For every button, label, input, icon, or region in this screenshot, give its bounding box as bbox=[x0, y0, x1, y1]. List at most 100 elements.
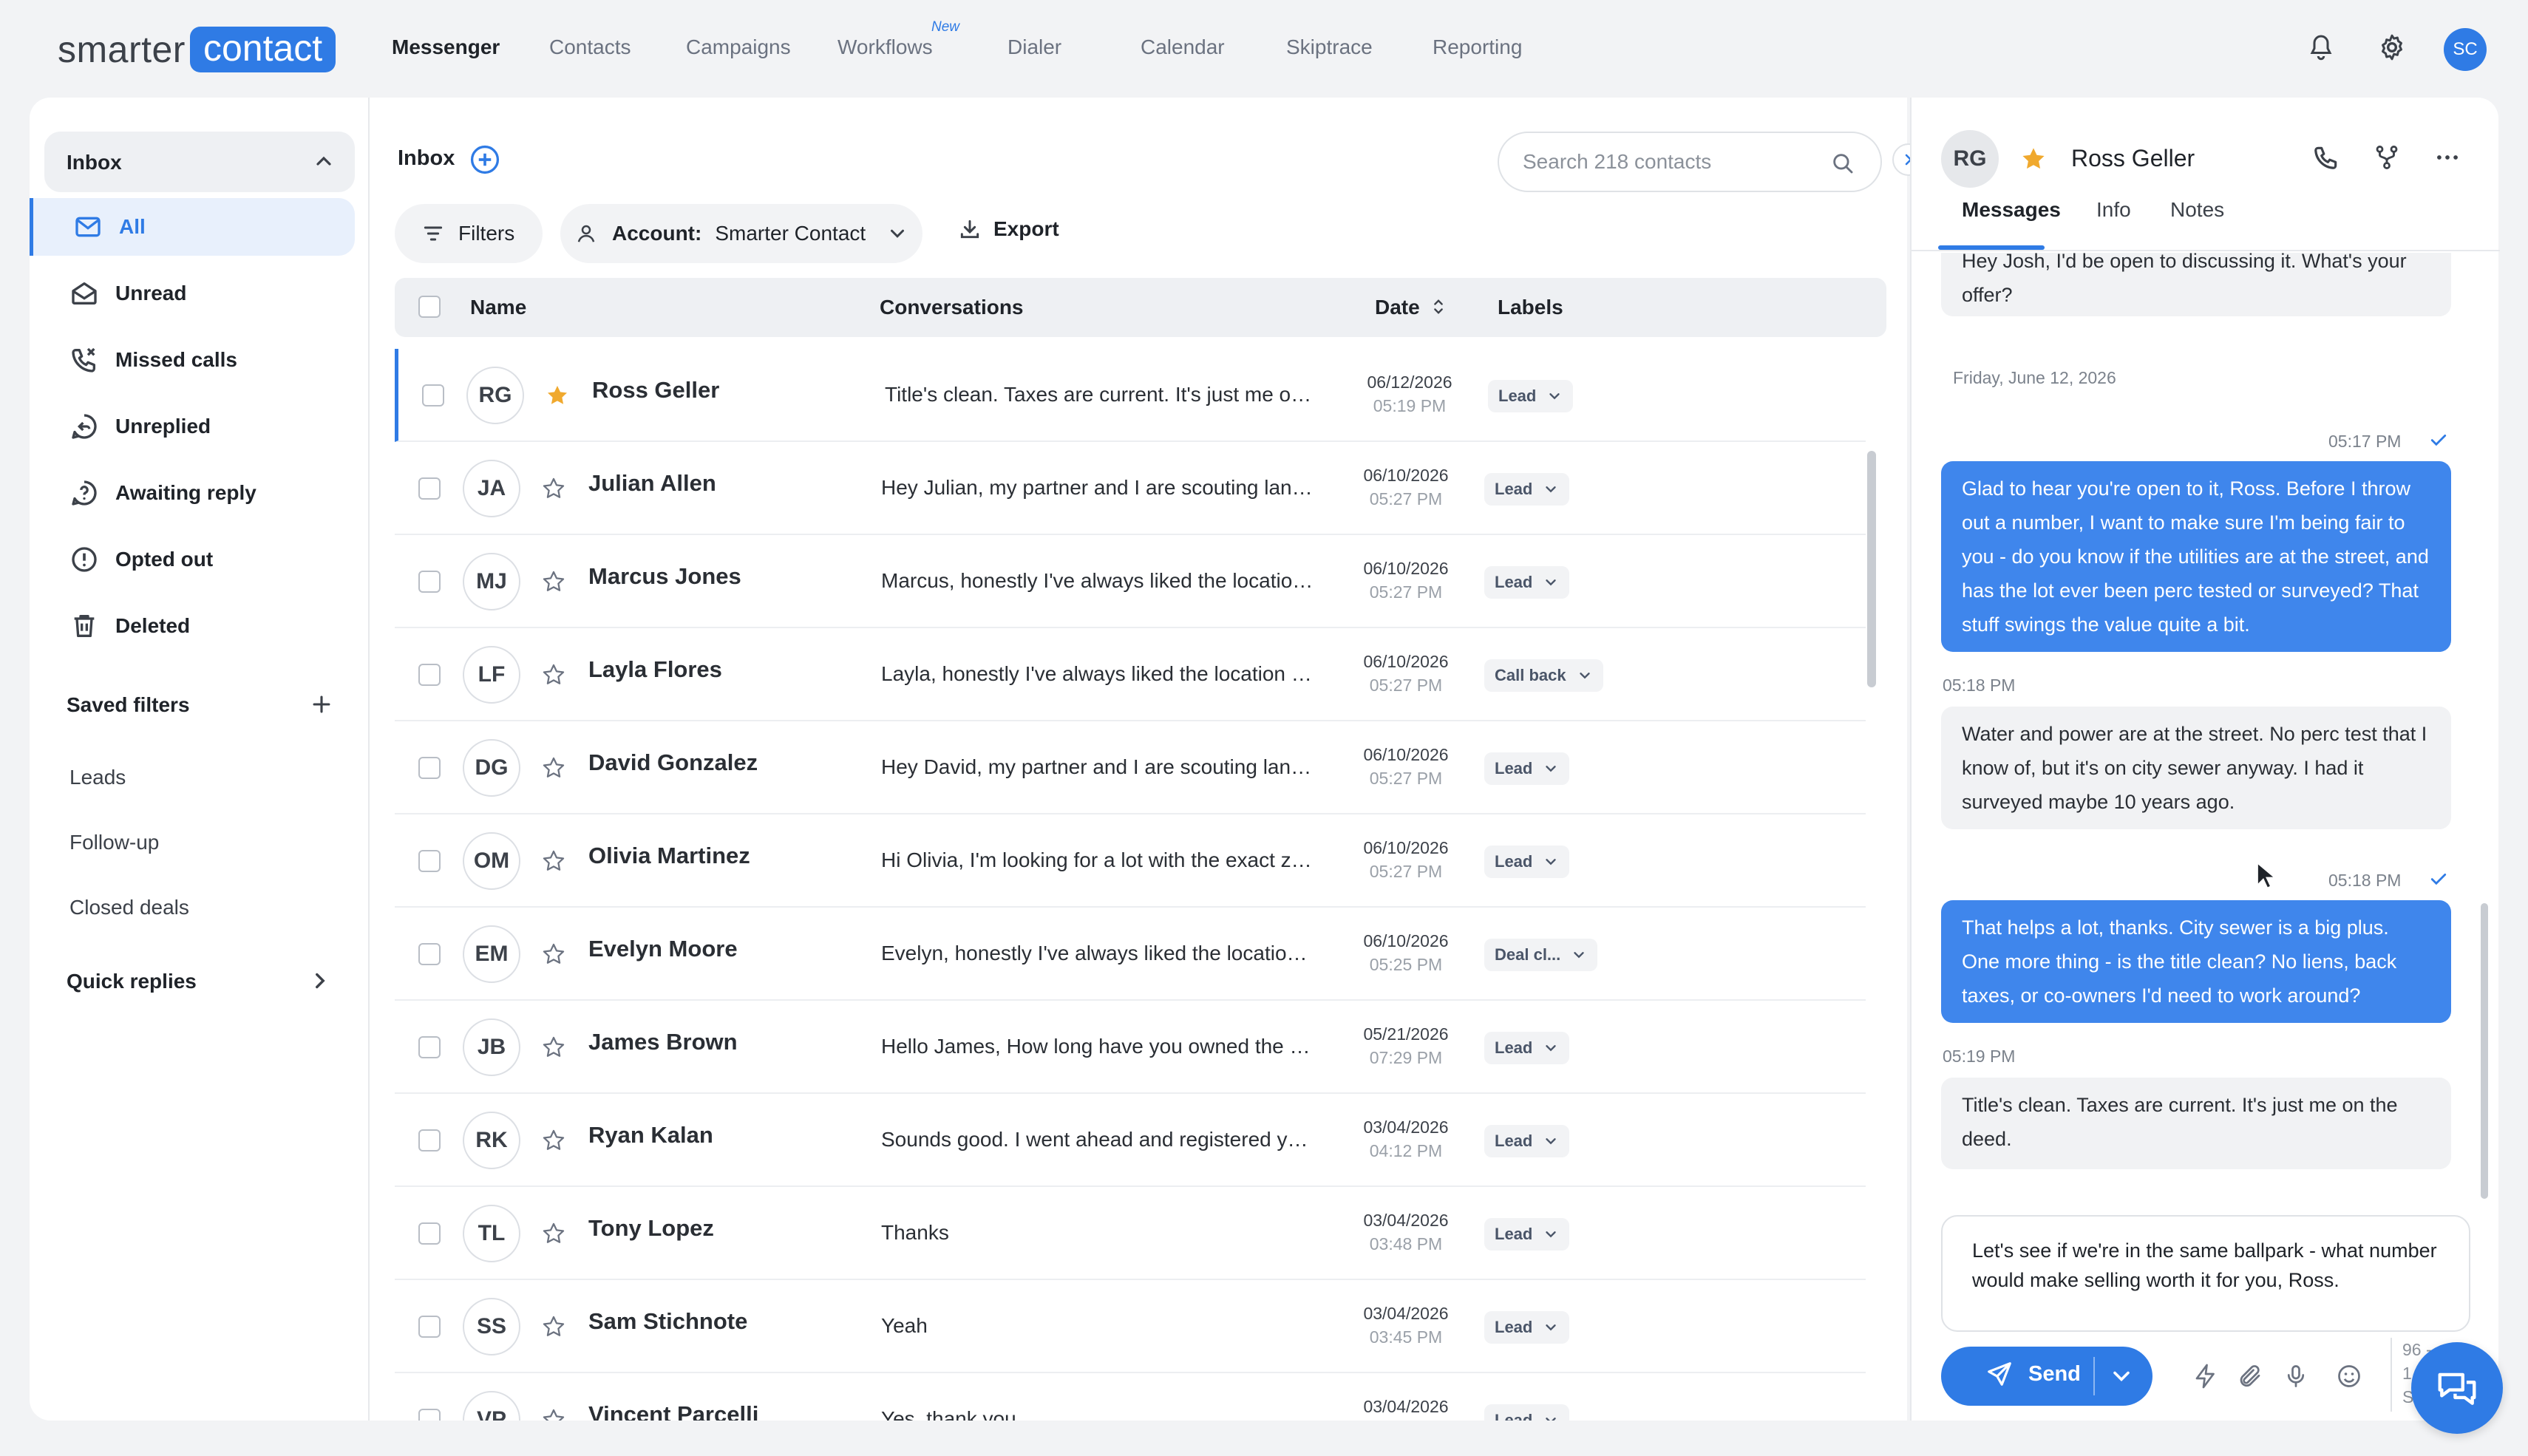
label-dropdown[interactable]: Lead bbox=[1484, 1404, 1570, 1421]
table-row[interactable]: MJ Marcus Jones Marcus, honestly I've alwa… bbox=[395, 535, 1866, 628]
tab-notes[interactable]: Notes bbox=[2170, 198, 2224, 222]
microphone-icon[interactable] bbox=[2283, 1363, 2309, 1389]
nav-campaigns[interactable]: Campaigns bbox=[686, 35, 791, 59]
send-button[interactable]: Send bbox=[1941, 1347, 2152, 1406]
contact-name: Sam Stichnote bbox=[588, 1308, 748, 1334]
filters-button[interactable]: Filters bbox=[395, 204, 543, 263]
search-icon[interactable] bbox=[1830, 151, 1855, 176]
star-filled-icon[interactable] bbox=[545, 383, 570, 408]
row-checkbox[interactable] bbox=[418, 571, 441, 593]
row-checkbox[interactable] bbox=[418, 1316, 441, 1338]
star-outline-icon[interactable] bbox=[541, 942, 566, 967]
sidebar-item-unreplied[interactable]: Unreplied bbox=[30, 398, 355, 455]
sidebar-item-awaiting-reply[interactable]: Awaiting reply bbox=[30, 464, 355, 522]
lightning-icon[interactable] bbox=[2192, 1363, 2219, 1389]
star-outline-icon[interactable] bbox=[541, 476, 566, 501]
search-input[interactable] bbox=[1521, 149, 1817, 174]
label-dropdown[interactable]: Lead bbox=[1488, 380, 1574, 412]
sidebar-item-deleted[interactable]: Deleted bbox=[30, 597, 355, 655]
table-row[interactable]: JB James Brown Hello James, How long have … bbox=[395, 1001, 1866, 1094]
label-dropdown[interactable]: Lead bbox=[1484, 1311, 1570, 1344]
table-row[interactable]: JA Julian Allen Hey Julian, my partner and… bbox=[395, 442, 1866, 535]
nav-skiptrace[interactable]: Skiptrace bbox=[1286, 35, 1373, 59]
list-scrollbar[interactable] bbox=[1867, 451, 1876, 687]
sidebar-item-all[interactable]: All bbox=[30, 198, 355, 256]
saved-filter-follow-up[interactable]: Follow-up bbox=[69, 831, 159, 854]
tab-messages[interactable]: Messages bbox=[1962, 198, 2061, 222]
sidebar-item-opted-out[interactable]: Opted out bbox=[30, 531, 355, 588]
table-row[interactable]: TL Tony Lopez Thanks 03/04/2026 03:48 PM Lead bbox=[395, 1187, 1866, 1280]
table-row[interactable]: LF Layla Flores Layla, honestly I've alway… bbox=[395, 628, 1866, 721]
paperclip-icon[interactable] bbox=[2237, 1363, 2263, 1389]
support-chat-button[interactable] bbox=[2411, 1342, 2503, 1434]
export-button[interactable]: Export bbox=[958, 217, 1059, 241]
star-filled-icon[interactable] bbox=[2019, 145, 2048, 173]
row-checkbox[interactable] bbox=[418, 664, 441, 686]
select-all-checkbox[interactable] bbox=[418, 296, 441, 318]
account-selector[interactable]: Account: Smarter Contact bbox=[560, 204, 922, 263]
saved-filter-leads[interactable]: Leads bbox=[69, 766, 126, 789]
star-outline-icon[interactable] bbox=[541, 755, 566, 780]
star-outline-icon[interactable] bbox=[541, 662, 566, 687]
column-header-date[interactable]: Date bbox=[1375, 296, 1420, 319]
star-outline-icon[interactable] bbox=[541, 1407, 566, 1421]
star-outline-icon[interactable] bbox=[541, 1128, 566, 1153]
chat-scrollbar[interactable] bbox=[2481, 903, 2488, 1199]
label-dropdown[interactable]: Call back bbox=[1484, 659, 1603, 692]
table-row[interactable]: VP Vincent Parcelli Yes, thank you 03/04/20… bbox=[395, 1373, 1866, 1421]
row-checkbox[interactable] bbox=[422, 384, 444, 406]
label-dropdown[interactable]: Deal cl... bbox=[1484, 939, 1598, 971]
row-checkbox[interactable] bbox=[418, 943, 441, 965]
sidebar-item-missed-calls[interactable]: Missed calls bbox=[30, 331, 355, 389]
nav-workflows[interactable]: Workflows bbox=[837, 35, 933, 59]
nav-reporting[interactable]: Reporting bbox=[1433, 35, 1522, 59]
more-options-icon[interactable] bbox=[2433, 143, 2461, 171]
label-dropdown[interactable]: Lead bbox=[1484, 1218, 1570, 1251]
row-checkbox[interactable] bbox=[418, 1222, 441, 1245]
star-outline-icon[interactable] bbox=[541, 1221, 566, 1246]
user-avatar[interactable]: SC bbox=[2444, 28, 2487, 71]
emoji-icon[interactable] bbox=[2336, 1363, 2362, 1389]
row-checkbox[interactable] bbox=[418, 1129, 441, 1151]
notifications-bell-icon[interactable] bbox=[2305, 31, 2337, 64]
label-dropdown[interactable]: Lead bbox=[1484, 752, 1570, 785]
table-row[interactable]: RK Ryan Kalan Sounds good. I went ahead an… bbox=[395, 1094, 1866, 1187]
row-checkbox[interactable] bbox=[418, 850, 441, 872]
star-outline-icon[interactable] bbox=[541, 848, 566, 874]
tab-info[interactable]: Info bbox=[2096, 198, 2131, 222]
row-checkbox[interactable] bbox=[418, 757, 441, 779]
workflow-icon[interactable] bbox=[2373, 143, 2401, 171]
table-row[interactable]: SS Sam Stichnote Yeah 03/04/2026 03:45 PM Lea… bbox=[395, 1280, 1866, 1373]
new-conversation-plus-icon[interactable] bbox=[469, 143, 501, 176]
label-dropdown[interactable]: Lead bbox=[1484, 566, 1570, 599]
sort-icon[interactable] bbox=[1428, 296, 1449, 318]
saved-filter-closed-deals[interactable]: Closed deals bbox=[69, 896, 189, 919]
nav-calendar[interactable]: Calendar bbox=[1141, 35, 1225, 59]
row-checkbox[interactable] bbox=[418, 1409, 441, 1421]
label-dropdown[interactable]: Lead bbox=[1484, 1032, 1570, 1064]
nav-messenger[interactable]: Messenger bbox=[392, 35, 500, 59]
message-input[interactable]: Let's see if we're in the same ballpark … bbox=[1971, 1234, 2451, 1316]
phone-icon[interactable] bbox=[2312, 143, 2340, 171]
table-row[interactable]: DG David Gonzalez Hey David, my partner an… bbox=[395, 721, 1866, 814]
label-dropdown[interactable]: Lead bbox=[1484, 473, 1570, 506]
label-dropdown[interactable]: Lead bbox=[1484, 846, 1570, 878]
table-row[interactable]: EM Evelyn Moore Evelyn, honestly I've alwa… bbox=[395, 908, 1866, 1001]
sidebar-item-unread[interactable]: Unread bbox=[30, 265, 355, 322]
row-checkbox[interactable] bbox=[418, 477, 441, 500]
table-row[interactable]: OM Olivia Martinez Hi Olivia, I'm looking … bbox=[395, 814, 1866, 908]
label-dropdown[interactable]: Lead bbox=[1484, 1125, 1570, 1157]
table-row[interactable]: RG Ross Geller Title's clean. Taxes are cu… bbox=[395, 349, 1866, 442]
star-outline-icon[interactable] bbox=[541, 1035, 566, 1060]
add-filter-plus-icon[interactable] bbox=[309, 692, 334, 717]
chevron-down-icon[interactable] bbox=[2108, 1363, 2135, 1389]
inbox-section-toggle[interactable]: Inbox bbox=[44, 132, 355, 192]
star-outline-icon[interactable] bbox=[541, 1314, 566, 1339]
nav-contacts[interactable]: Contacts bbox=[549, 35, 631, 59]
settings-gear-icon[interactable] bbox=[2376, 31, 2408, 64]
quick-replies-toggle[interactable]: Quick replies bbox=[30, 961, 355, 1002]
nav-dialer[interactable]: Dialer bbox=[1008, 35, 1061, 59]
row-checkbox[interactable] bbox=[418, 1036, 441, 1058]
brand-logo[interactable]: smarter contact bbox=[58, 27, 336, 72]
star-outline-icon[interactable] bbox=[541, 569, 566, 594]
